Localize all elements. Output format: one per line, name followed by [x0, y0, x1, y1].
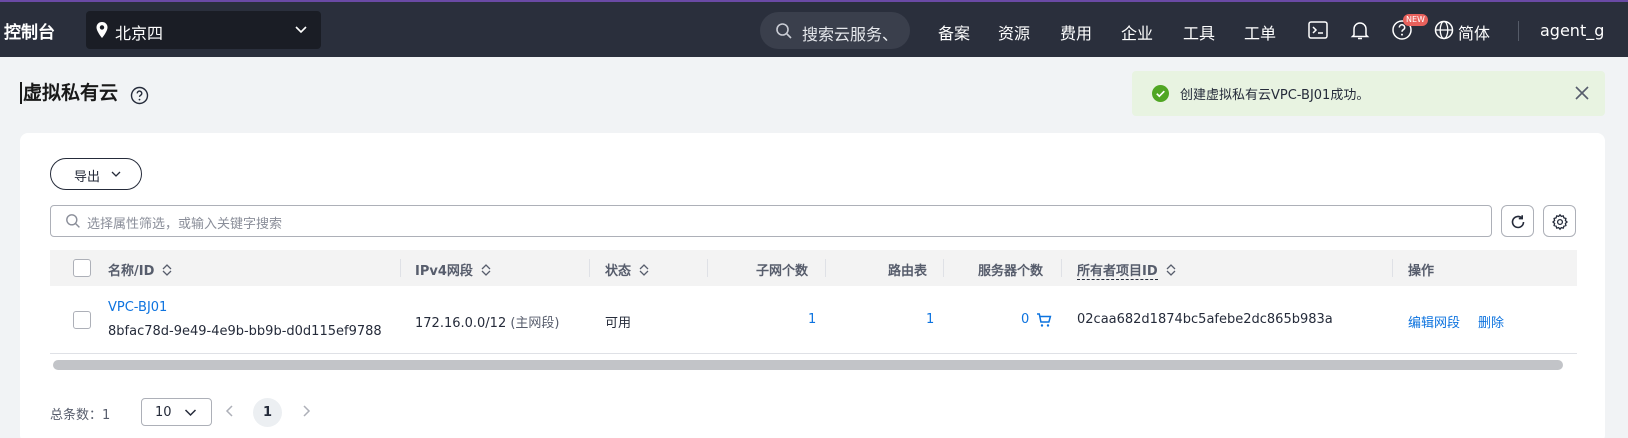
ipv4-primary-note: (主网段)	[510, 316, 560, 331]
export-label: 导出	[74, 170, 101, 185]
column-divider[interactable]	[1392, 259, 1393, 277]
delete-link[interactable]: 删除	[1478, 312, 1504, 331]
row-checkbox[interactable]	[73, 311, 91, 329]
owner-project-id: 02caa682d1874bc5afebe2dc865b983a	[1077, 312, 1333, 327]
global-search[interactable]: 搜索云服务、	[760, 12, 910, 49]
close-icon[interactable]	[1573, 84, 1591, 102]
search-icon	[776, 23, 792, 39]
column-divider[interactable]	[943, 259, 944, 277]
page-size-value: 10	[155, 405, 172, 420]
column-divider[interactable]	[707, 259, 708, 277]
vpc-id: 8bfac78d-9e49-4e9b-bb9b-d0d115ef9788	[108, 324, 382, 339]
gear-icon	[1552, 213, 1568, 231]
bell-icon[interactable]	[1349, 19, 1371, 41]
table-row: VPC-BJ01 8bfac78d-9e49-4e9b-bb9b-d0d115e…	[50, 286, 1577, 354]
success-toast: 创建虚拟私有云VPC-BJ01成功。	[1132, 71, 1605, 116]
col-ipv4-header[interactable]: IPv4网段	[415, 260, 491, 279]
language-switcher[interactable]: 简体	[1458, 20, 1490, 44]
col-owner-project-label: 所有者项目ID	[1077, 264, 1158, 280]
page-title: 虚拟私有云	[20, 82, 118, 104]
refresh-icon	[1511, 215, 1525, 229]
ipv4-cidr: 172.16.0.0/12 (主网段)	[415, 312, 560, 331]
horizontal-scrollbar[interactable]	[53, 360, 1563, 370]
col-name-label: 名称/ID	[108, 264, 155, 279]
top-nav-bar: 控制台 北京四 搜索云服务、 备案 资源 费用 企业 工具 工单 NEW 简体 …	[0, 0, 1628, 57]
location-pin-icon	[96, 22, 108, 38]
col-status-header[interactable]: 状态	[605, 260, 649, 279]
col-owner-project-header[interactable]: 所有者项目ID	[1077, 260, 1176, 280]
column-divider[interactable]	[825, 259, 826, 277]
page-size-select[interactable]: 10	[141, 398, 212, 426]
prev-page-icon[interactable]	[225, 404, 235, 418]
nav-billing[interactable]: 费用	[1060, 20, 1092, 44]
chevron-down-icon	[111, 171, 121, 177]
column-divider[interactable]	[400, 259, 401, 277]
filter-placeholder: 选择属性筛选，或输入关键字搜索	[87, 217, 283, 232]
region-selector[interactable]: 北京四	[86, 11, 321, 49]
col-ipv4-label: IPv4网段	[415, 264, 473, 279]
chevron-down-icon	[184, 409, 197, 417]
nav-tools[interactable]: 工具	[1183, 20, 1215, 44]
col-subnets-header: 子网个数	[756, 264, 809, 279]
search-icon	[66, 214, 80, 228]
nav-enterprise[interactable]: 企业	[1121, 20, 1153, 44]
chevron-down-icon	[295, 26, 307, 34]
server-count-link[interactable]: 0	[1021, 312, 1029, 327]
select-all-checkbox[interactable]	[73, 259, 91, 277]
column-divider[interactable]	[1061, 259, 1062, 277]
vpc-name-link[interactable]: VPC-BJ01	[108, 300, 167, 315]
filter-search-input[interactable]: 选择属性筛选，或输入关键字搜索	[50, 205, 1492, 237]
nav-resources[interactable]: 资源	[998, 20, 1030, 44]
cart-icon[interactable]	[1036, 312, 1052, 328]
terminal-icon[interactable]	[1307, 19, 1329, 41]
total-count: 总条数：1	[50, 408, 111, 423]
console-home-link[interactable]: 控制台	[4, 18, 55, 43]
region-name: 北京四	[115, 24, 164, 43]
check-circle-icon	[1152, 85, 1169, 102]
globe-icon[interactable]	[1433, 19, 1455, 41]
nav-beian[interactable]: 备案	[938, 20, 970, 44]
help-circle-icon[interactable]	[130, 86, 149, 105]
new-badge: NEW	[1403, 14, 1428, 26]
col-servers-header: 服务器个数	[978, 264, 1044, 279]
next-page-icon[interactable]	[301, 404, 311, 418]
col-name-header[interactable]: 名称/ID	[108, 260, 172, 279]
route-table-count-link[interactable]: 1	[926, 312, 934, 327]
current-page[interactable]: 1	[253, 398, 282, 427]
col-actions-header: 操作	[1408, 264, 1435, 279]
export-button[interactable]: 导出	[50, 158, 142, 190]
search-placeholder: 搜索云服务、	[802, 25, 899, 44]
nav-tickets[interactable]: 工单	[1244, 20, 1276, 44]
divider	[1518, 21, 1519, 41]
col-status-label: 状态	[605, 264, 632, 279]
sort-icon[interactable]	[481, 263, 491, 277]
col-route-tables-header: 路由表	[888, 264, 928, 279]
sort-icon[interactable]	[1166, 263, 1176, 277]
edit-cidr-link[interactable]: 编辑网段	[1408, 312, 1460, 331]
subnet-count-link[interactable]: 1	[808, 312, 816, 327]
sort-icon[interactable]	[639, 263, 649, 277]
toast-message: 创建虚拟私有云VPC-BJ01成功。	[1180, 88, 1370, 103]
table-header: 名称/ID IPv4网段 状态 子网个数 路由表 服务器个数 所有者项目ID 操…	[50, 250, 1577, 286]
column-divider[interactable]	[589, 259, 590, 277]
status-value: 可用	[605, 316, 632, 331]
refresh-button[interactable]	[1501, 205, 1534, 237]
settings-button[interactable]	[1543, 205, 1576, 237]
user-account-menu[interactable]: agent_g	[1540, 21, 1604, 40]
ipv4-value: 172.16.0.0/12	[415, 316, 507, 331]
sort-icon[interactable]	[162, 263, 172, 277]
